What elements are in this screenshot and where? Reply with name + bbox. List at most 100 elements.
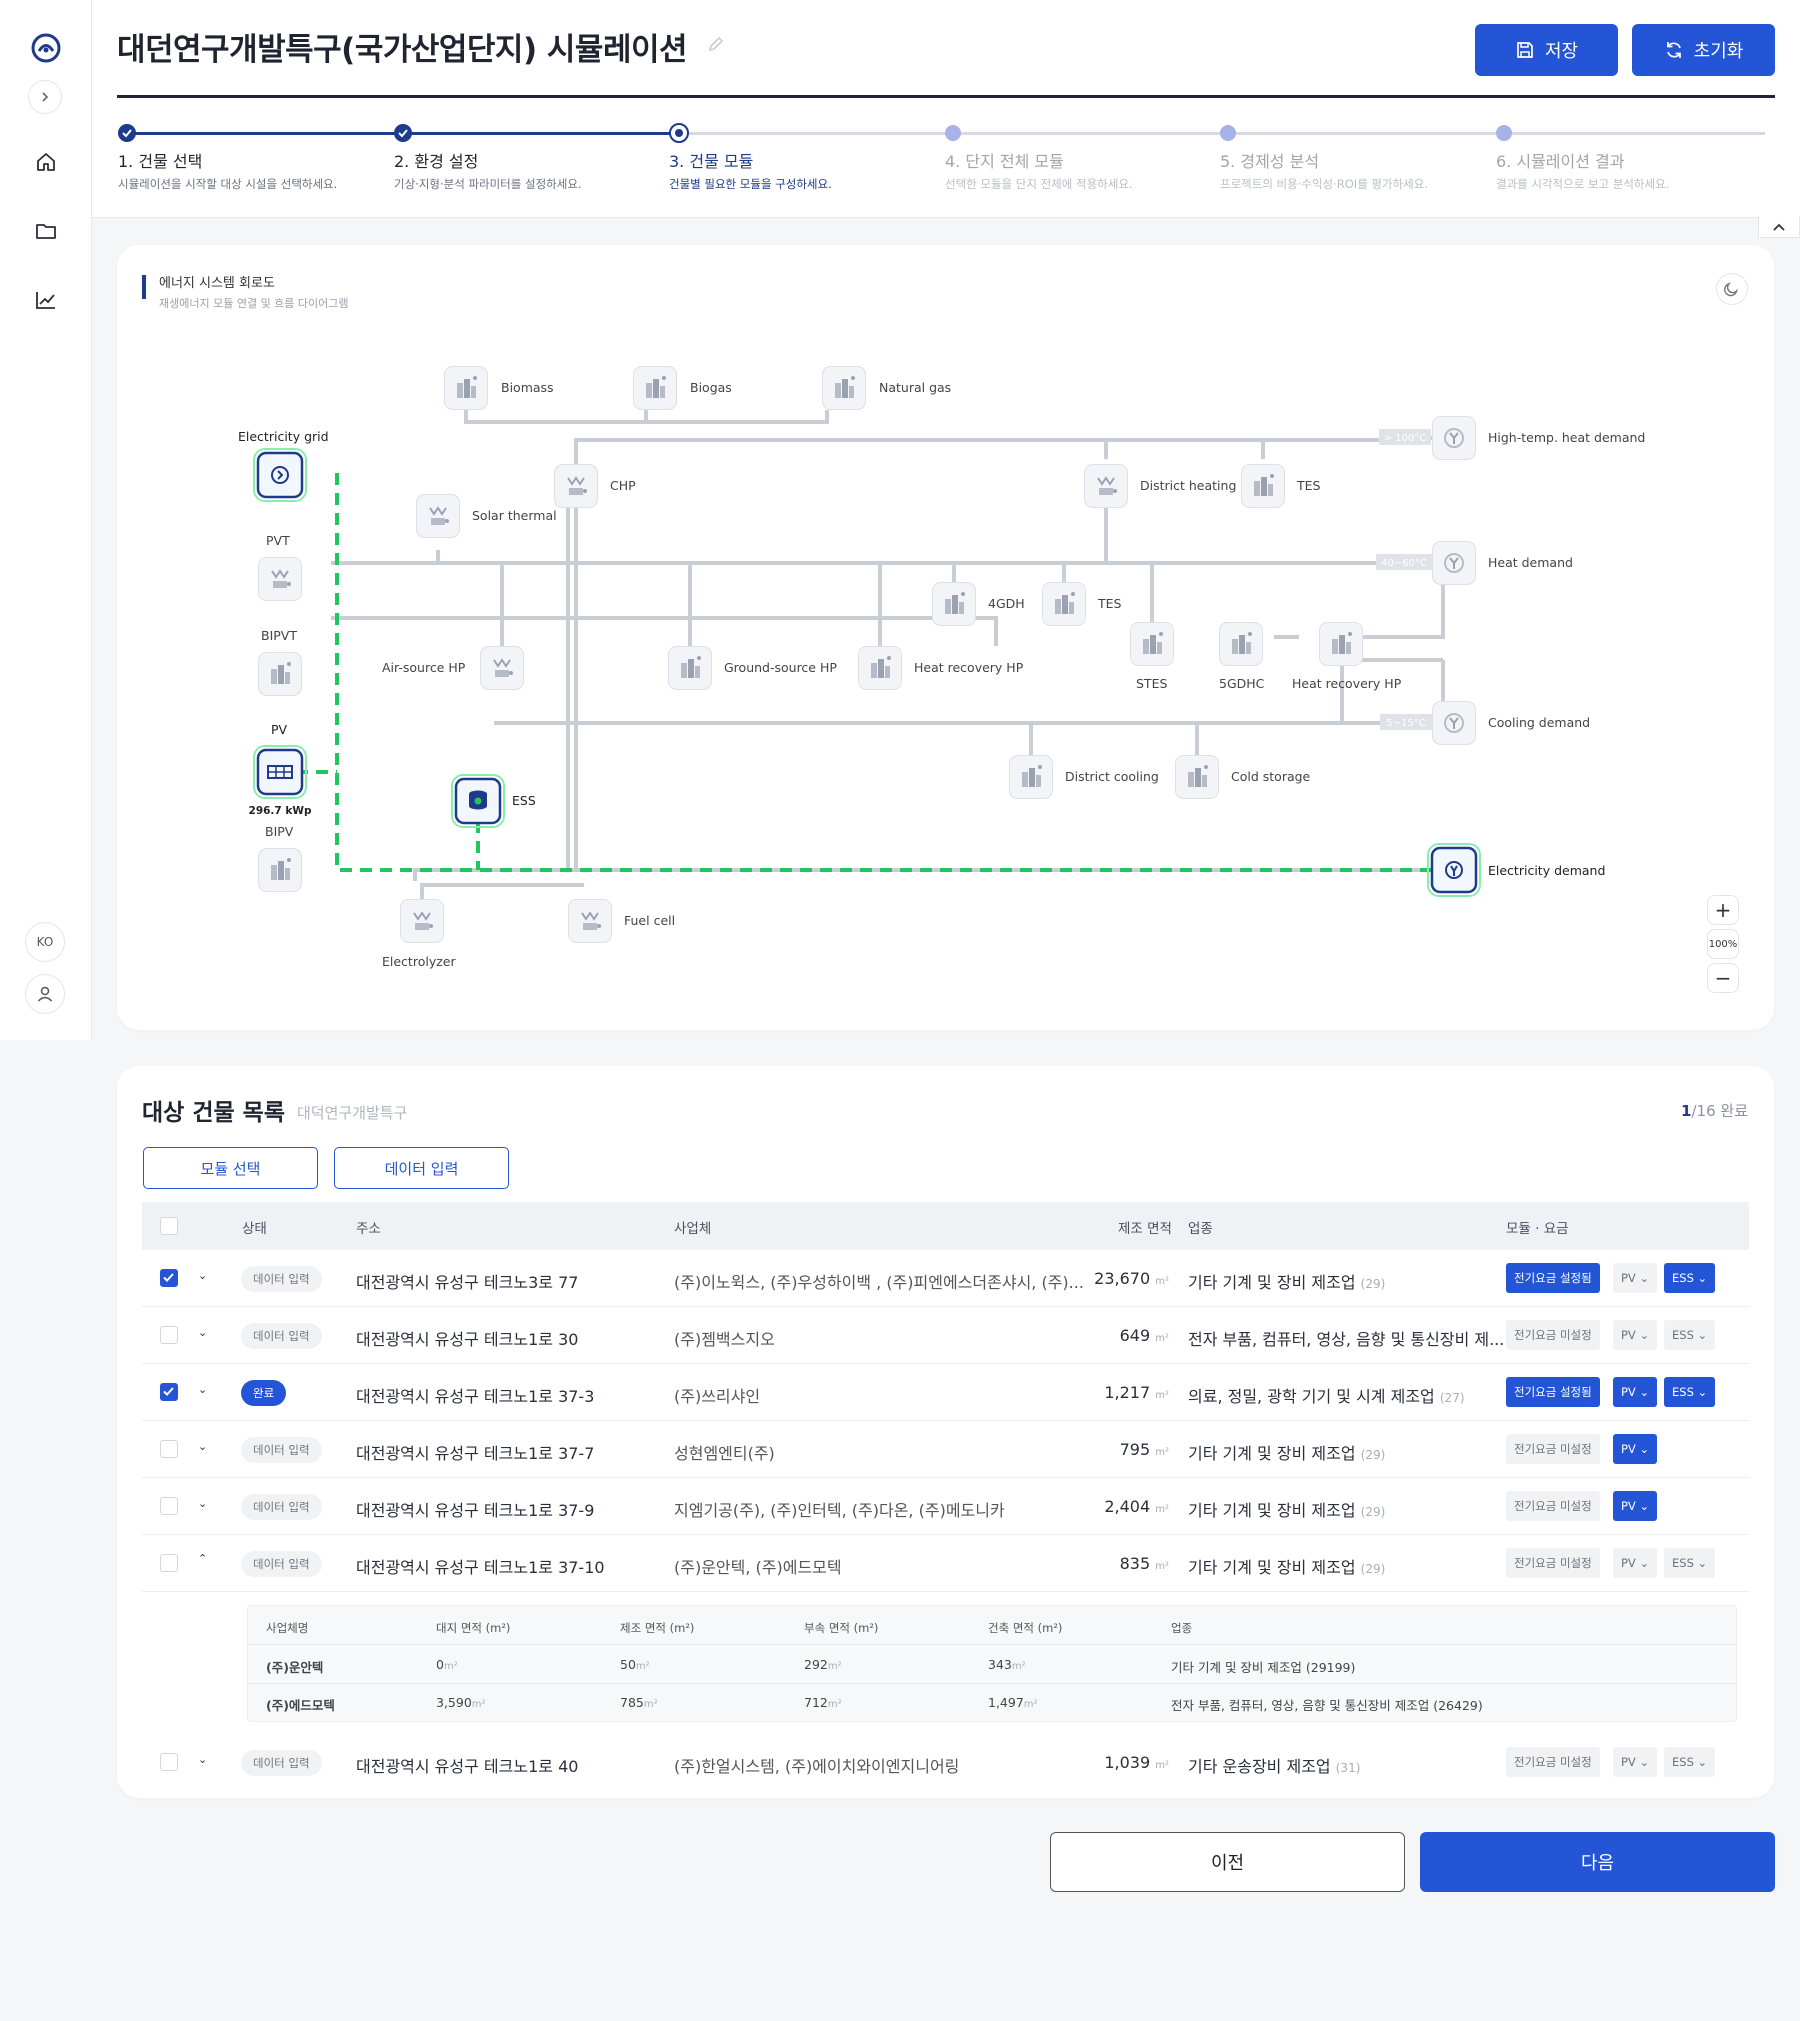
pv-dropdown[interactable]: PV ⌄ — [1613, 1263, 1658, 1293]
node-high-temp-demand[interactable]: High-temp. heat demand — [1432, 416, 1646, 460]
user-icon[interactable] — [25, 974, 65, 1014]
table-row[interactable]: ⌄ 데이터 입력 대전광역시 유성구 테크노1로 37-7 성현엠엔티(주) 7… — [142, 1421, 1749, 1478]
ess-dropdown[interactable]: ESS ⌄ — [1664, 1747, 1716, 1777]
node-fuel-cell[interactable]: Fuel cell — [568, 899, 676, 943]
zoom-out-button[interactable]: − — [1707, 963, 1739, 993]
row-checkbox[interactable] — [160, 1440, 178, 1458]
chevron-down-icon[interactable]: ⌄ — [198, 1440, 207, 1453]
ess-dropdown[interactable]: ESS ⌄ — [1664, 1263, 1716, 1293]
node-stes[interactable]: STES — [1130, 622, 1174, 692]
zoom-in-button[interactable]: + — [1707, 895, 1739, 925]
dark-mode-icon[interactable] — [1716, 273, 1748, 305]
ess-dropdown[interactable]: ESS ⌄ — [1664, 1377, 1716, 1407]
row-area: 1,217 m² — [1104, 1383, 1169, 1402]
data-input-button[interactable]: 데이터 입력 — [334, 1147, 509, 1189]
chart-line-icon[interactable] — [26, 280, 66, 320]
module-select-button[interactable]: 모듈 선택 — [143, 1147, 318, 1189]
node-ess[interactable]: ESS — [451, 774, 536, 828]
row-area: 23,670 m² — [1094, 1269, 1169, 1288]
folder-icon[interactable] — [26, 211, 66, 251]
row-checkbox[interactable] — [160, 1326, 178, 1344]
save-button[interactable]: 저장 — [1475, 24, 1618, 76]
app-logo-icon[interactable] — [26, 28, 66, 68]
node-tes-top[interactable]: TES — [1241, 464, 1321, 508]
row-checkbox[interactable] — [160, 1383, 178, 1401]
collapse-header-icon[interactable] — [1758, 216, 1800, 238]
ess-dropdown[interactable]: ESS ⌄ — [1664, 1548, 1716, 1578]
node-tes-mid[interactable]: TES — [1042, 582, 1122, 626]
node-air-source-hp[interactable]: Air-source HP — [382, 646, 524, 690]
sidebar-expand-icon[interactable] — [28, 80, 62, 114]
pv-dropdown[interactable]: PV ⌄ — [1613, 1548, 1658, 1578]
table-row-expanded[interactable]: ⌃ 데이터 입력 대전광역시 유성구 테크노1로 37-10 (주)운안텍, (… — [142, 1535, 1749, 1592]
chevron-down-icon[interactable]: ⌄ — [198, 1269, 207, 1282]
pv-dropdown[interactable]: PV ⌄ — [1613, 1320, 1658, 1350]
area-unit: m² — [1155, 1504, 1169, 1515]
node-bipvt[interactable] — [258, 652, 302, 696]
table-row[interactable]: ⌄ 완료 대전광역시 유성구 테크노1로 37-3 (주)쓰리샤인 1,217 … — [142, 1364, 1749, 1421]
node-heat-recovery-hp-mid[interactable]: Heat recovery HP — [858, 646, 1024, 690]
node-pv[interactable] — [253, 745, 307, 799]
row-checkbox[interactable] — [160, 1753, 178, 1771]
tariff-tag[interactable]: 전기요금 미설정 — [1506, 1320, 1600, 1350]
select-all-checkbox[interactable] — [160, 1217, 178, 1235]
area-unit: m² — [1155, 1390, 1169, 1401]
node-heat-recovery-hp-right[interactable]: Heat recovery HP — [1292, 622, 1402, 692]
reset-button[interactable]: 초기화 — [1632, 24, 1775, 76]
node-cooling-demand[interactable]: Cooling demand — [1432, 701, 1591, 745]
table-row[interactable]: ⌄ 데이터 입력 대전광역시 유성구 테크노1로 30 (주)젬백스지오 649… — [142, 1307, 1749, 1364]
edit-title-icon[interactable] — [706, 34, 726, 58]
tes-icon — [1241, 464, 1285, 508]
row-checkbox[interactable] — [160, 1497, 178, 1515]
node-electricity-demand[interactable]: Electricity demand — [1427, 843, 1605, 897]
fuel-cell-icon — [568, 899, 612, 943]
node-cold-storage[interactable]: Cold storage — [1175, 755, 1311, 799]
node-biomass[interactable]: Biomass — [444, 366, 554, 410]
node-electricity-grid[interactable] — [253, 448, 307, 502]
row-address: 대전광역시 유성구 테크노1로 30 — [356, 1330, 579, 1349]
tariff-tag[interactable]: 전기요금 설정됨 — [1506, 1377, 1600, 1407]
node-heat-demand[interactable]: Heat demand — [1432, 541, 1573, 585]
step-label: 5. 경제성 분석 — [1220, 152, 1320, 171]
pv-dropdown[interactable]: PV ⌄ — [1613, 1747, 1658, 1777]
home-icon[interactable] — [26, 142, 66, 182]
row-area: 2,404 m² — [1104, 1497, 1169, 1516]
node-ground-source-hp[interactable]: Ground-source HP — [668, 646, 838, 690]
node-bipv[interactable] — [258, 848, 302, 892]
unit: m² — [827, 1661, 842, 1672]
energy-flow-diagram[interactable]: > 100°C 40~60°C 5~15°C Biomass Biogas Na… — [142, 330, 1749, 1005]
table-row[interactable]: ⌄ 데이터 입력 대전광역시 유성구 테크노1로 37-9 지엠기공(주), (… — [142, 1478, 1749, 1535]
node-pvt[interactable] — [258, 557, 302, 601]
table-row[interactable]: ⌄ 데이터 입력 대전광역시 유성구 테크노3로 77 (주)이노윅스, (주)… — [142, 1250, 1749, 1307]
node-district-cooling[interactable]: District cooling — [1009, 755, 1159, 799]
tariff-tag[interactable]: 전기요금 미설정 — [1506, 1548, 1600, 1578]
ess-dropdown[interactable]: ESS ⌄ — [1664, 1320, 1716, 1350]
chevron-down-icon[interactable]: ⌄ — [198, 1497, 207, 1510]
tariff-tag[interactable]: 전기요금 설정됨 — [1506, 1263, 1600, 1293]
node-5gdhc[interactable]: 5GDHC — [1219, 622, 1265, 692]
node-solar-thermal[interactable]: Solar thermal — [416, 494, 557, 538]
chevron-down-icon[interactable]: ⌄ — [198, 1753, 207, 1766]
row-checkbox[interactable] — [160, 1269, 178, 1287]
chevron-up-icon[interactable]: ⌃ — [198, 1552, 207, 1565]
tariff-tag[interactable]: 전기요금 미설정 — [1506, 1434, 1600, 1464]
table-row[interactable]: ⌄ 데이터 입력 대전광역시 유성구 테크노1로 40 (주)한얼시스템, (주… — [142, 1734, 1749, 1791]
pv-dropdown[interactable]: PV ⌄ — [1613, 1377, 1658, 1407]
chevron-down-icon[interactable]: ⌄ — [198, 1383, 207, 1396]
tariff-tag[interactable]: 전기요금 미설정 — [1506, 1491, 1600, 1521]
node-chp[interactable]: CHP — [554, 464, 637, 508]
save-button-label: 저장 — [1544, 41, 1579, 62]
chevron-down-icon[interactable]: ⌄ — [198, 1326, 207, 1339]
language-toggle[interactable]: KO — [25, 922, 65, 962]
prev-button[interactable]: 이전 — [1050, 1832, 1405, 1892]
node-district-heating[interactable]: District heating — [1084, 464, 1237, 508]
pv-dropdown[interactable]: PV ⌄ — [1613, 1491, 1658, 1521]
node-natural-gas[interactable]: Natural gas — [822, 366, 952, 410]
row-checkbox[interactable] — [160, 1554, 178, 1572]
pv-dropdown[interactable]: PV ⌄ — [1613, 1434, 1658, 1464]
next-button[interactable]: 다음 — [1420, 1832, 1775, 1892]
node-electrolyzer[interactable]: Electrolyzer — [382, 899, 456, 970]
tariff-tag[interactable]: 전기요금 미설정 — [1506, 1747, 1600, 1777]
node-biogas[interactable]: Biogas — [633, 366, 732, 410]
bipvt-icon — [258, 652, 302, 696]
